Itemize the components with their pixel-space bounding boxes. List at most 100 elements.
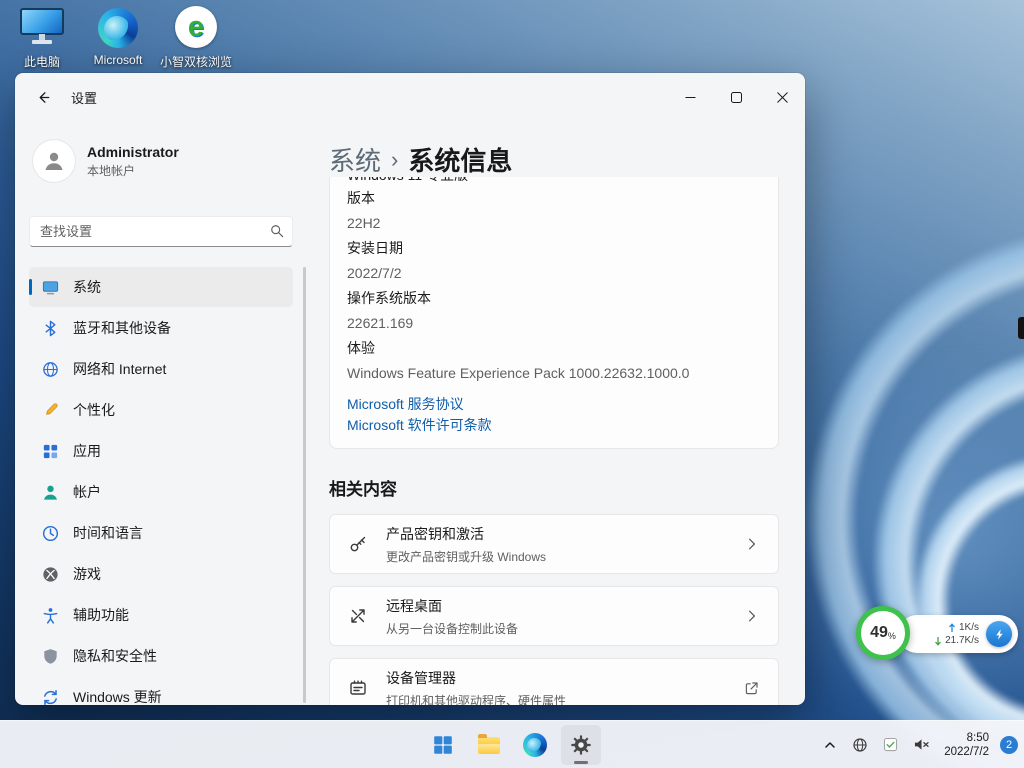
arrow-left-icon (36, 90, 51, 105)
about-row-label: 体验 (347, 336, 761, 361)
window-body: Administrator 本地帐户 系统 (15, 121, 805, 705)
xbox-icon (41, 565, 60, 584)
desktop-icon-edge[interactable]: Microsoft (78, 8, 158, 67)
clock-icon (41, 524, 60, 543)
sidebar-nav: 系统 蓝牙和其他设备 网络和 Internet (29, 267, 293, 705)
chevron-up-icon (823, 738, 837, 752)
desktop-icon-this-pc[interactable]: 此电脑 (2, 8, 82, 70)
clock-time: 8:50 (967, 731, 989, 745)
about-card: Windows 11 专业版 版本 22H2 安装日期 2022/7/2 操作系… (329, 177, 779, 449)
about-row-value: 22621.169 (347, 311, 761, 336)
sidebar-item-privacy-security[interactable]: 隐私和安全性 (29, 636, 293, 676)
accessibility-icon (41, 606, 60, 625)
sidebar-item-system[interactable]: 系统 (29, 267, 293, 307)
account-type: 本地帐户 (87, 162, 179, 179)
person-icon (42, 149, 66, 173)
desktop-icon-xiaozhi-browser[interactable]: 小智双核浏览 (156, 6, 236, 70)
avatar (33, 140, 75, 182)
arrow-up-icon (948, 623, 956, 633)
sidebar-item-personalization[interactable]: 个性化 (29, 390, 293, 430)
sidebar-item-network[interactable]: 网络和 Internet (29, 349, 293, 389)
sidebar-item-windows-update[interactable]: Windows 更新 (29, 677, 293, 705)
network-speed-pill: 1K/s 21.7K/s (898, 615, 1018, 653)
sidebar-item-label: 时间和语言 (73, 523, 143, 543)
network-tray-button[interactable] (849, 734, 871, 756)
usage-percent: 49 (870, 624, 888, 642)
sidebar-item-time-language[interactable]: 时间和语言 (29, 513, 293, 553)
close-button[interactable] (759, 73, 805, 121)
about-links: Microsoft 服务协议 Microsoft 软件许可条款 (347, 394, 761, 436)
key-icon (348, 534, 368, 554)
search-input[interactable] (29, 216, 293, 247)
volume-tray-button[interactable] (910, 734, 933, 755)
edge-button[interactable] (515, 725, 555, 765)
about-row-label: 版本 (347, 186, 761, 211)
maximize-button[interactable] (713, 73, 759, 121)
sidebar-item-label: 游戏 (73, 564, 101, 584)
sidebar-item-bluetooth[interactable]: 蓝牙和其他设备 (29, 308, 293, 348)
globe-icon (41, 360, 60, 379)
start-button[interactable] (423, 725, 463, 765)
window-title: 设置 (71, 88, 97, 107)
related-subtitle: 从另一台设备控制此设备 (386, 620, 518, 637)
settings-content: Windows 11 专业版 版本 22H2 安装日期 2022/7/2 操作系… (329, 177, 779, 705)
breadcrumb-root[interactable]: 系统 (329, 141, 381, 178)
upload-speed: 1K/s (948, 622, 979, 634)
related-title: 产品密钥和激活 (386, 524, 546, 544)
about-row-label: 操作系统版本 (347, 286, 761, 311)
speaker-muted-icon (913, 737, 930, 752)
ms-software-license-link[interactable]: Microsoft 软件许可条款 (347, 415, 492, 436)
related-subtitle: 更改产品密钥或升级 Windows (386, 548, 546, 565)
account-info[interactable]: Administrator 本地帐户 (29, 140, 293, 182)
file-explorer-button[interactable] (469, 725, 509, 765)
notification-badge[interactable]: 2 (1000, 736, 1018, 754)
xiaozhi-browser-icon (175, 6, 217, 48)
sidebar-item-apps[interactable]: 应用 (29, 431, 293, 471)
search-icon (270, 224, 284, 238)
paintbrush-icon (41, 401, 60, 420)
product-key-activation-card[interactable]: 产品密钥和激活 更改产品密钥或升级 Windows (329, 514, 779, 574)
tray-overflow-button[interactable] (820, 735, 840, 755)
breadcrumb: 系统 › 系统信息 (329, 143, 779, 175)
display-icon (41, 278, 60, 297)
screen-edge-handle[interactable] (1018, 317, 1024, 339)
checkbox-icon (883, 737, 898, 752)
titlebar: 设置 (15, 73, 805, 121)
search-box (29, 216, 293, 247)
memory-usage-ball[interactable]: 49 % (856, 606, 910, 660)
sidebar-item-label: 应用 (73, 441, 101, 461)
person-icon (41, 483, 60, 502)
sync-icon (41, 688, 60, 706)
windows-edition: Windows 11 专业版 (347, 177, 761, 186)
download-speed-value: 21.7K/s (945, 635, 979, 647)
edge-icon (523, 733, 547, 757)
remote-desktop-card[interactable]: 远程桌面 从另一台设备控制此设备 (329, 586, 779, 646)
chevron-right-icon (744, 536, 760, 552)
device-manager-card[interactable]: 设备管理器 打印机和其他驱动程序、硬件属性 (329, 658, 779, 705)
sidebar-item-label: Windows 更新 (73, 687, 162, 705)
sidebar: Administrator 本地帐户 系统 (15, 121, 307, 705)
sidebar-item-label: 蓝牙和其他设备 (73, 318, 171, 338)
sidebar-item-gaming[interactable]: 游戏 (29, 554, 293, 594)
chevron-right-icon (744, 608, 760, 624)
settings-window: 设置 Administrator 本地帐户 (15, 73, 805, 705)
sidebar-item-accessibility[interactable]: 辅助功能 (29, 595, 293, 635)
related-title: 设备管理器 (386, 668, 566, 688)
remote-desktop-icon (348, 606, 368, 626)
taskbar-clock[interactable]: 8:50 2022/7/2 (944, 731, 989, 759)
upload-speed-value: 1K/s (959, 622, 979, 634)
boost-button[interactable] (986, 621, 1012, 647)
back-button[interactable] (25, 82, 61, 112)
sidebar-item-label: 系统 (73, 277, 101, 297)
security-tray-button[interactable] (880, 734, 901, 755)
sidebar-item-accounts[interactable]: 帐户 (29, 472, 293, 512)
related-subtitle: 打印机和其他驱动程序、硬件属性 (386, 692, 566, 706)
settings-button[interactable] (561, 725, 601, 765)
minimize-button[interactable] (667, 73, 713, 121)
globe-icon (852, 737, 868, 753)
shield-icon (41, 647, 60, 666)
folder-icon (478, 737, 500, 754)
ms-services-agreement-link[interactable]: Microsoft 服务协议 (347, 394, 464, 415)
sidebar-scrollbar[interactable] (303, 267, 306, 703)
about-row-value: 2022/7/2 (347, 261, 761, 286)
